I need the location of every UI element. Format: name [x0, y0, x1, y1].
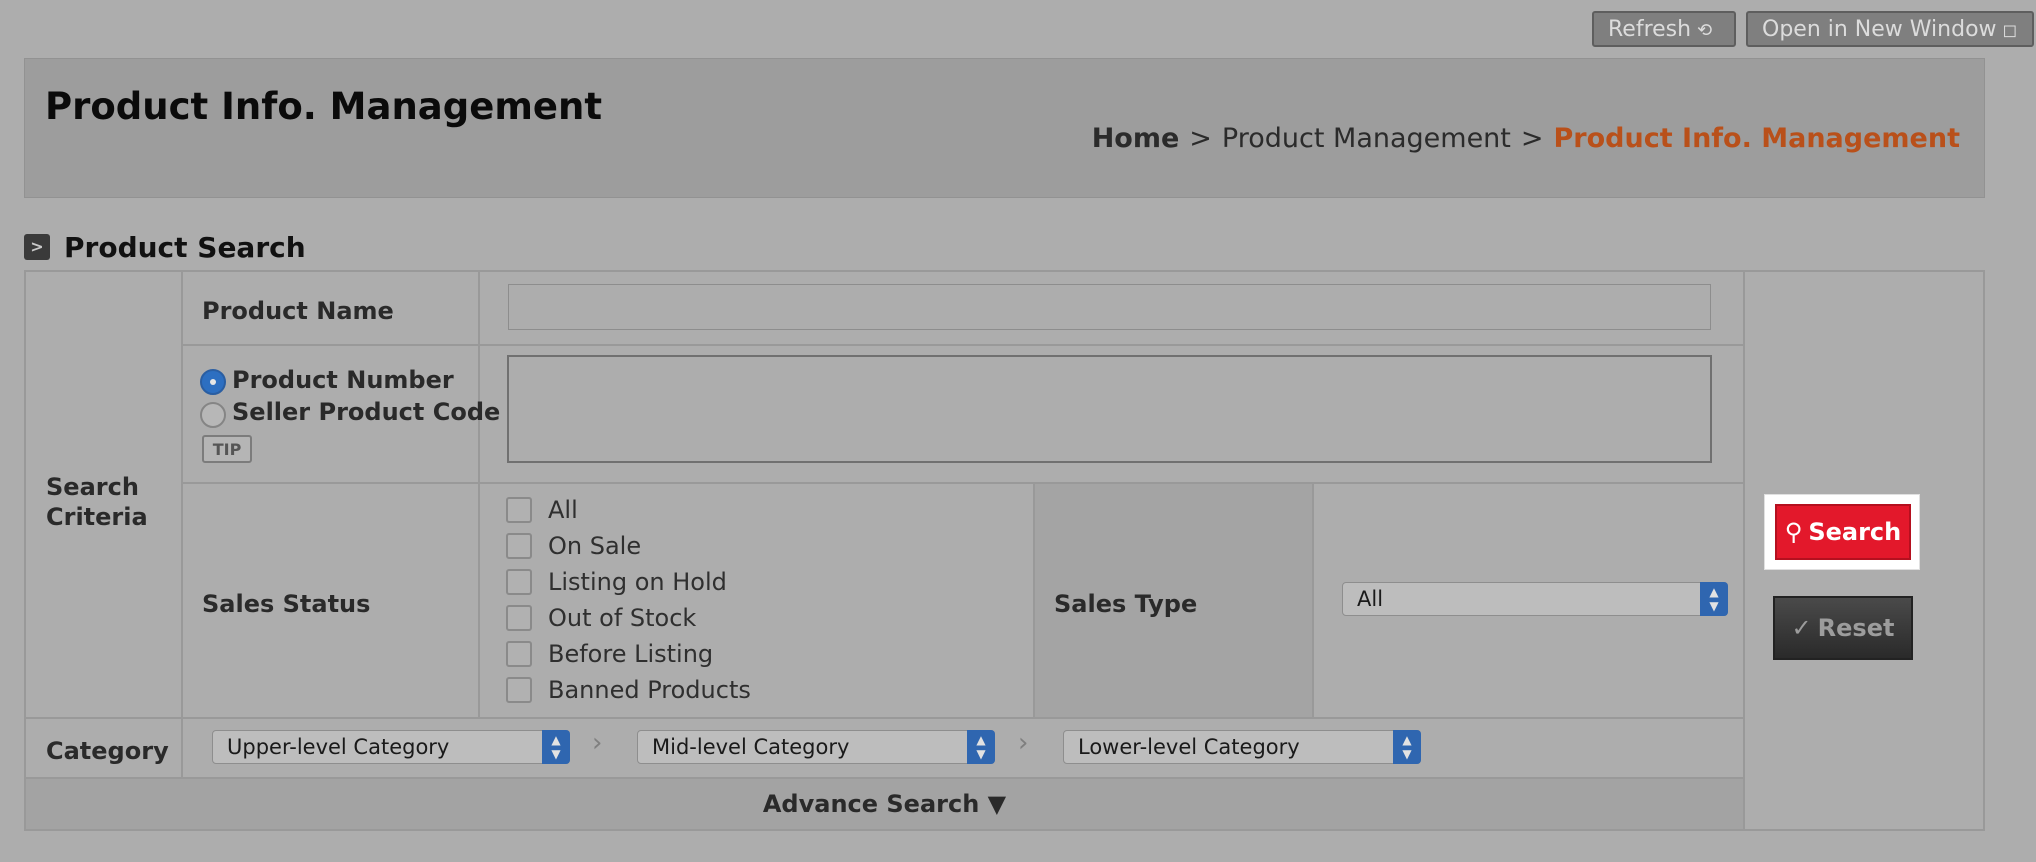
tip-button[interactable]: TIP	[202, 435, 252, 463]
sales-status-option[interactable]: On Sale	[506, 531, 641, 561]
search-criteria-label: Search Criteria	[46, 473, 148, 531]
select-arrows-icon: ▲ ▼	[967, 730, 995, 764]
checkbox-label: Banned Products	[548, 676, 751, 704]
section-title: > Product Search	[24, 230, 306, 264]
checkbox-on-sale[interactable]	[506, 533, 532, 559]
checkbox-label: All	[548, 496, 578, 524]
sales-status-option[interactable]: All	[506, 495, 578, 525]
refresh-icon: ⟲	[1697, 20, 1713, 41]
page-title: Product Info. Management	[45, 85, 603, 128]
divider	[181, 344, 1743, 346]
window-icon: ◻	[2002, 20, 2018, 41]
product-number-label: Product Number	[232, 366, 454, 394]
open-new-window-button[interactable]: Open in New Window ◻	[1746, 11, 2034, 47]
checkbox-banned-products[interactable]	[506, 677, 532, 703]
chevron-right-icon: >	[24, 234, 50, 260]
reset-button-label: Reset	[1817, 614, 1895, 642]
divider	[1312, 482, 1314, 717]
breadcrumb-product-management[interactable]: Product Management	[1222, 123, 1511, 154]
divider	[181, 272, 183, 717]
divider	[1743, 272, 1745, 829]
upper-category-select[interactable]: Upper-level Category ▲ ▼	[212, 730, 570, 764]
mid-category-select[interactable]: Mid-level Category ▲ ▼	[637, 730, 995, 764]
chevron-right-icon: ›	[1018, 728, 1029, 758]
select-arrows-icon: ▲ ▼	[1393, 730, 1421, 764]
product-number-radio[interactable]	[200, 369, 226, 395]
search-form: Search Criteria Product Name Product Num…	[24, 270, 1985, 831]
advance-search-toggle[interactable]: Advance Search ▼	[26, 779, 1743, 829]
search-button[interactable]: ⚲ Search	[1775, 504, 1911, 560]
refresh-label: Refresh	[1608, 17, 1692, 42]
checkbox-label: Listing on Hold	[548, 568, 727, 596]
chevron-right-icon: ›	[592, 728, 603, 758]
breadcrumb-home[interactable]: Home	[1092, 123, 1180, 154]
product-name-label: Product Name	[202, 297, 394, 325]
category-label: Category	[46, 737, 169, 765]
breadcrumb-current: Product Info. Management	[1553, 123, 1960, 154]
mid-category-value: Mid-level Category	[652, 735, 850, 759]
upper-category-value: Upper-level Category	[227, 735, 450, 759]
breadcrumb-separator: >	[1520, 123, 1544, 154]
section-title-text: Product Search	[64, 230, 306, 264]
search-button-label: Search	[1808, 518, 1902, 546]
checkbox-out-of-stock[interactable]	[506, 605, 532, 631]
divider	[181, 482, 1743, 484]
checkbox-listing-on-hold[interactable]	[506, 569, 532, 595]
sales-type-value: All	[1357, 587, 1384, 611]
sales-type-label: Sales Type	[1054, 590, 1198, 618]
reset-button[interactable]: ✓ Reset	[1773, 596, 1913, 660]
checkbox-before-listing[interactable]	[506, 641, 532, 667]
sales-status-option[interactable]: Out of Stock	[506, 603, 696, 633]
breadcrumb-separator: >	[1189, 123, 1212, 154]
divider	[478, 272, 480, 717]
refresh-button[interactable]: Refresh ⟲	[1592, 11, 1736, 47]
open-new-window-label: Open in New Window	[1762, 17, 1997, 42]
sales-status-option[interactable]: Before Listing	[506, 639, 713, 669]
checkbox-label: On Sale	[548, 532, 642, 560]
checkmark-icon: ✓	[1791, 614, 1812, 642]
divider	[26, 717, 1743, 719]
checkbox-label: Before Listing	[548, 640, 714, 668]
sales-status-label: Sales Status	[202, 590, 371, 618]
breadcrumb: Home > Product Management > Product Info. Ma…	[1092, 123, 1960, 154]
sales-status-option[interactable]: Listing on Hold	[506, 567, 727, 597]
seller-product-code-label: Seller Product Code	[232, 398, 501, 426]
checkbox-all[interactable]	[506, 497, 532, 523]
search-icon: ⚲	[1784, 518, 1803, 546]
lower-category-select[interactable]: Lower-level Category ▲ ▼	[1063, 730, 1421, 764]
product-name-input[interactable]	[508, 284, 1711, 330]
lower-category-value: Lower-level Category	[1078, 735, 1300, 759]
select-arrows-icon: ▲ ▼	[542, 730, 570, 764]
divider	[181, 717, 183, 779]
sales-status-option[interactable]: Banned Products	[506, 675, 751, 705]
seller-product-code-radio[interactable]	[200, 402, 226, 428]
page-header: Product Info. Management Home > Product Ma…	[24, 58, 1985, 198]
product-number-textarea[interactable]	[507, 355, 1712, 463]
sales-type-select[interactable]: All ▲ ▼	[1342, 582, 1728, 616]
checkbox-label: Out of Stock	[548, 604, 697, 632]
select-arrows-icon: ▲ ▼	[1700, 582, 1728, 616]
